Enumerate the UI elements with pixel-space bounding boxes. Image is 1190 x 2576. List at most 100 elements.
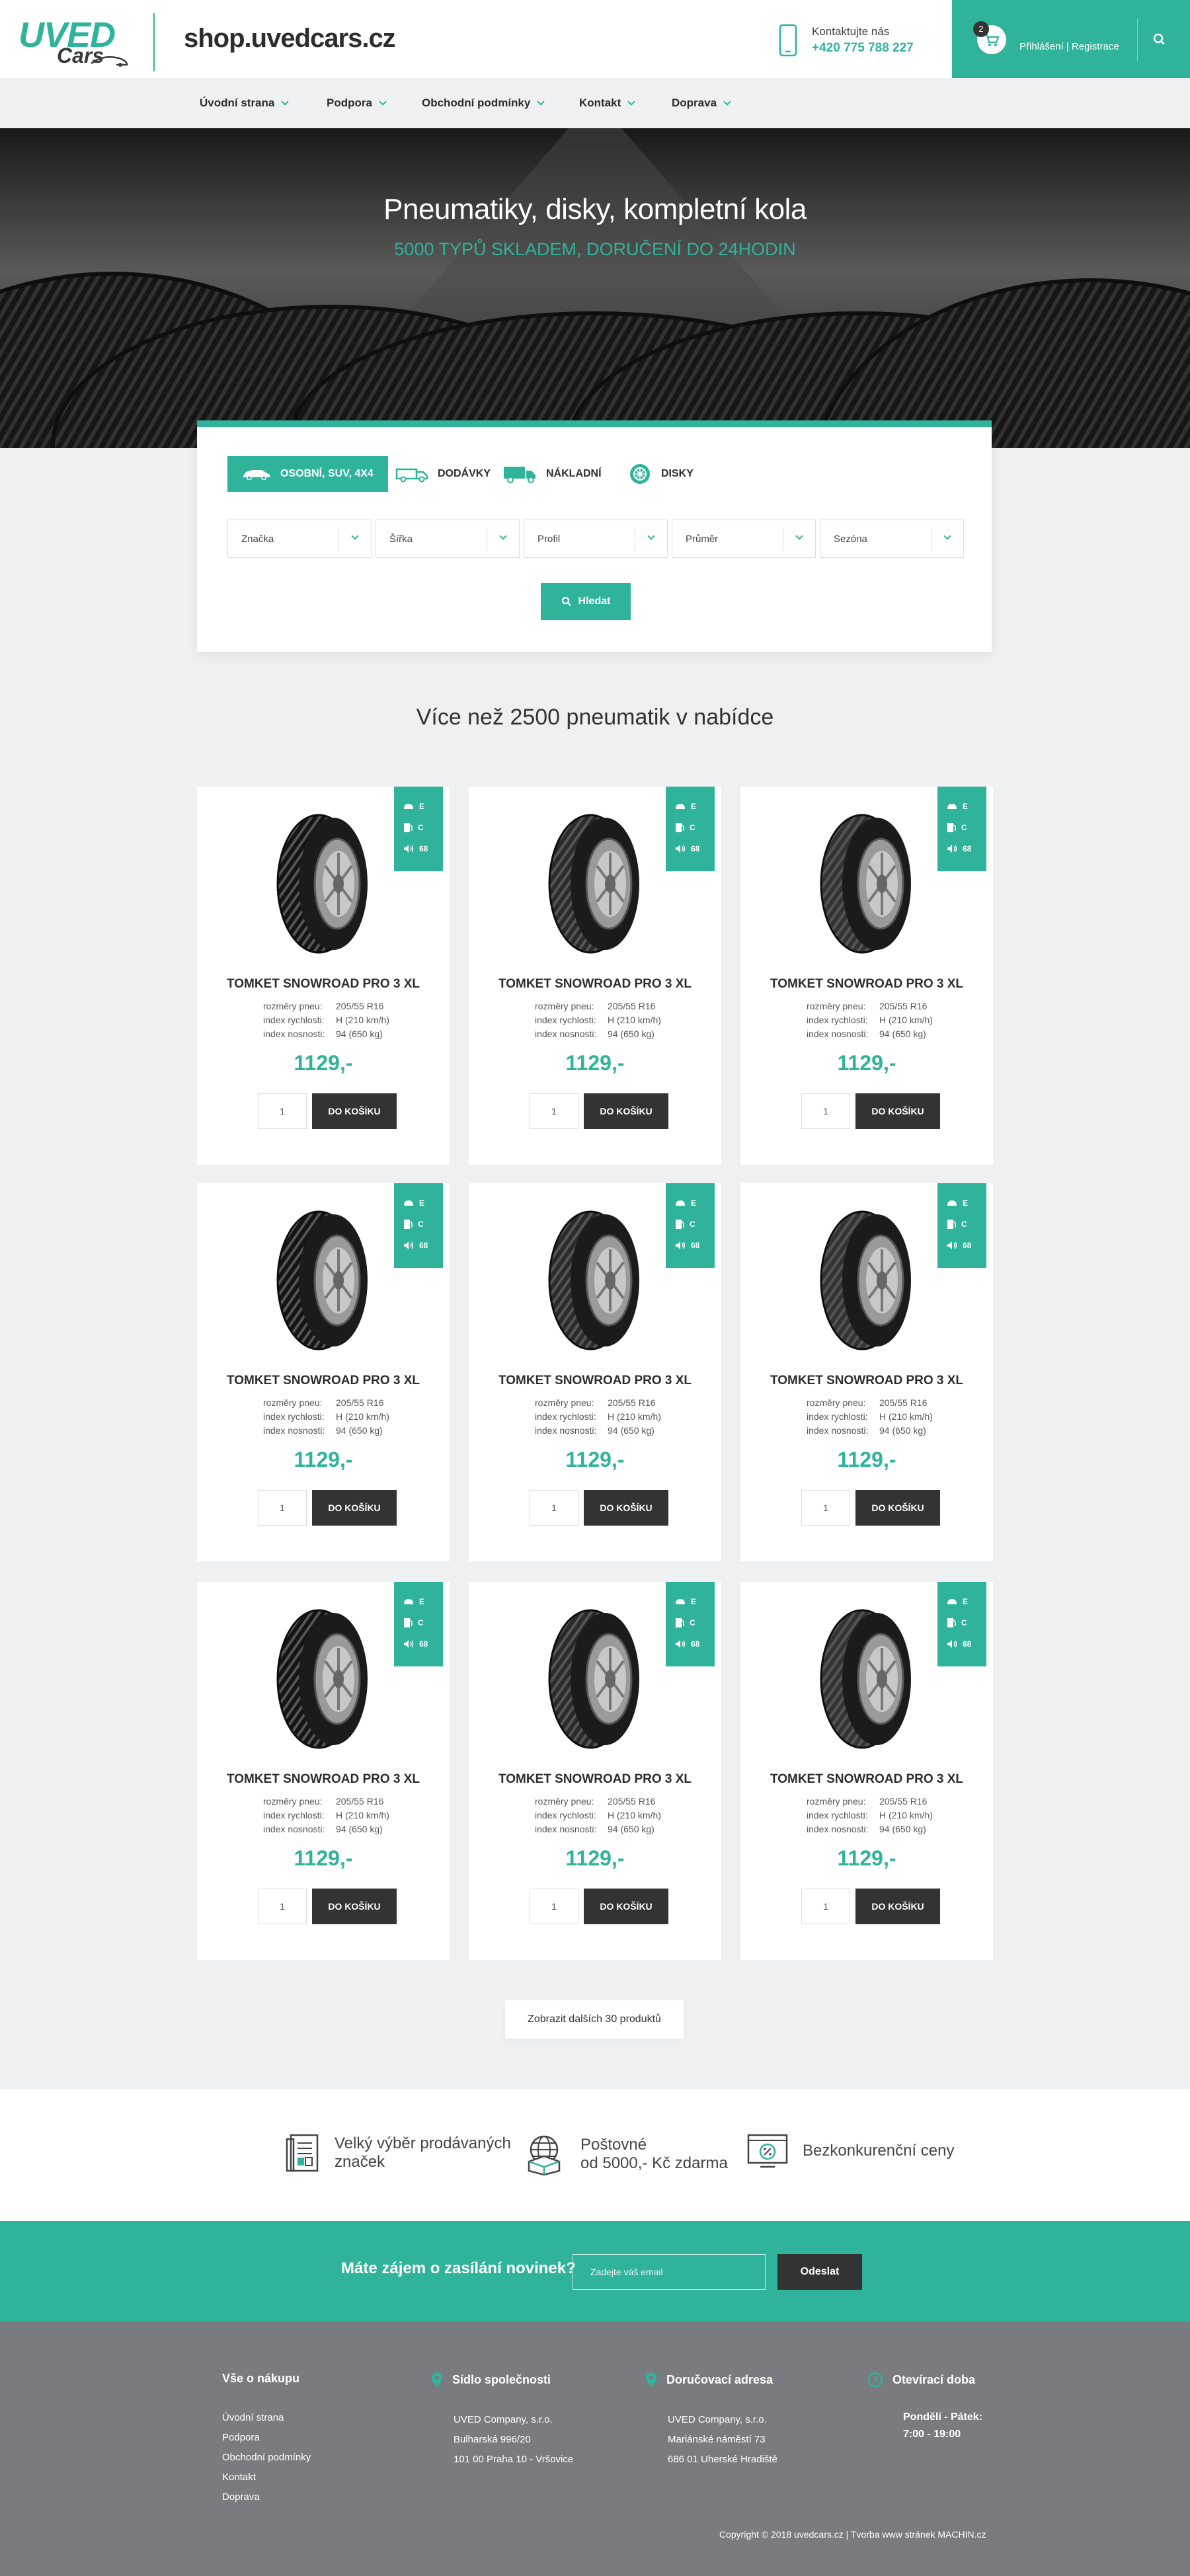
nav-item-home[interactable]: Úvodní strana — [200, 97, 290, 110]
speaker-icon — [404, 845, 414, 853]
tire-product-image[interactable] — [272, 1608, 376, 1750]
tire-product-image[interactable] — [816, 1608, 919, 1750]
product-card[interactable]: E C 68 TOMKET SNOWROAD PRO 3 XL rozměry pneu… — [197, 787, 450, 1165]
eu-label-badge: E C 68 — [666, 787, 715, 871]
tire-product-image[interactable] — [544, 1608, 647, 1750]
speaker-icon — [947, 845, 957, 853]
tire-product-image[interactable] — [544, 813, 647, 955]
add-to-cart-button[interactable]: DO KOŠÍKU — [584, 1093, 668, 1129]
noise-row: 68 — [947, 842, 971, 855]
fuel-pump-icon — [404, 1618, 413, 1627]
contact-phone[interactable]: +420 775 788 227 — [812, 41, 914, 56]
add-to-cart-button[interactable]: DO KOŠÍKU — [584, 1889, 668, 1924]
quantity-input[interactable]: 1 — [530, 1889, 578, 1924]
load-more-button[interactable]: Zobrazit dalších 30 produktů — [505, 2000, 684, 2039]
product-card[interactable]: E C 68 TOMKET SNOWROAD PRO 3 XL rozměry pneu… — [197, 1582, 450, 1960]
nav-item-support[interactable]: Podpora — [327, 97, 387, 110]
site-title[interactable]: shop.uvedcars.cz — [184, 24, 396, 54]
quantity-input[interactable]: 1 — [530, 1093, 578, 1129]
tab-passenger[interactable]: OSOBNÍ, SUV, 4X4 — [227, 456, 388, 492]
footer-link-support[interactable]: Podpora — [222, 2428, 311, 2448]
product-card[interactable]: E C 68 TOMKET SNOWROAD PRO 3 XL rozměry pneu… — [469, 1183, 721, 1561]
spec-label: index rychlosti: — [263, 1411, 325, 1422]
product-card[interactable]: E C 68 TOMKET SNOWROAD PRO 3 XL rozměry pneu… — [740, 1183, 993, 1561]
search-icon — [561, 596, 571, 606]
product-card[interactable]: E C 68 TOMKET SNOWROAD PRO 3 XL rozměry pneu… — [469, 787, 721, 1165]
spec-value: 205/55 R16 — [879, 1397, 928, 1408]
chevron-down-icon — [943, 532, 951, 540]
footer-link-terms[interactable]: Obchodní podmínky — [222, 2448, 311, 2468]
product-price: 1129,- — [837, 1448, 896, 1471]
wet-grip-row: C — [403, 821, 424, 834]
product-name[interactable]: TOMKET SNOWROAD PRO 3 XL — [197, 1374, 450, 1388]
quantity-input[interactable]: 1 — [801, 1093, 850, 1129]
product-name[interactable]: TOMKET SNOWROAD PRO 3 XL — [469, 1374, 721, 1388]
product-name[interactable]: TOMKET SNOWROAD PRO 3 XL — [197, 977, 450, 992]
product-name[interactable]: TOMKET SNOWROAD PRO 3 XL — [469, 1772, 721, 1787]
filter-brand-select[interactable]: Značka — [227, 520, 372, 558]
add-to-cart-button[interactable]: DO KOŠÍKU — [584, 1490, 668, 1526]
footer-link-home[interactable]: Úvodní strana — [222, 2408, 311, 2428]
product-price: 1129,- — [837, 1846, 896, 1870]
footer-heading: Otevírací doba — [867, 2372, 982, 2388]
footer-address: UVED Company, s.r.o. Mariánské náměstí 7… — [668, 2410, 777, 2470]
filter-width-select[interactable]: Šířka — [376, 520, 520, 558]
login-register-link[interactable]: Přihlášení | Registrace — [1019, 41, 1119, 52]
product-card[interactable]: E C 68 TOMKET SNOWROAD PRO 3 XL rozměry pneu… — [740, 1582, 993, 1960]
select-label: Sezóna — [834, 533, 867, 545]
fuel-efficiency-row: E — [947, 800, 968, 813]
product-card[interactable]: E C 68 TOMKET SNOWROAD PRO 3 XL rozměry pneu… — [740, 787, 993, 1165]
tab-trucks[interactable]: NÁKLADNÍ — [502, 456, 602, 492]
quantity-input[interactable]: 1 — [530, 1490, 578, 1526]
newsletter-email-input[interactable]: Zadejte váš email — [573, 2254, 766, 2290]
nav-label: Kontakt — [579, 97, 621, 109]
site-footer: Vše o nákupu Úvodní strana Podpora Obcho… — [0, 2322, 1190, 2576]
footer-link-shipping[interactable]: Doprava — [222, 2487, 311, 2507]
add-to-cart-button[interactable]: DO KOŠÍKU — [312, 1490, 397, 1526]
tire-product-image[interactable] — [816, 813, 919, 955]
add-to-cart-button[interactable]: DO KOŠÍKU — [312, 1093, 397, 1129]
quantity-input[interactable]: 1 — [258, 1490, 307, 1526]
tire-product-image[interactable] — [272, 813, 376, 955]
product-name[interactable]: TOMKET SNOWROAD PRO 3 XL — [469, 977, 721, 992]
filter-diameter-select[interactable]: Průměr — [672, 520, 816, 558]
add-to-cart-button[interactable]: DO KOŠÍKU — [312, 1889, 397, 1924]
spec-value: H (210 km/h) — [879, 1015, 933, 1025]
tab-vans[interactable]: DODÁVKY — [395, 456, 491, 492]
nav-item-contact[interactable]: Kontakt — [579, 97, 635, 110]
quantity-input[interactable]: 1 — [801, 1490, 850, 1526]
product-name[interactable]: TOMKET SNOWROAD PRO 3 XL — [197, 1772, 450, 1787]
add-to-cart-button[interactable]: DO KOŠÍKU — [855, 1490, 940, 1526]
product-name[interactable]: TOMKET SNOWROAD PRO 3 XL — [740, 1772, 993, 1787]
logo[interactable]: UVED Cars — [19, 15, 128, 67]
fuel-efficiency-row: E — [403, 1595, 424, 1608]
quantity-input[interactable]: 1 — [258, 1093, 307, 1129]
filter-season-select[interactable]: Sezóna — [820, 520, 964, 558]
add-to-cart-button[interactable]: DO KOŠÍKU — [855, 1889, 940, 1924]
globe-box-icon — [528, 2135, 561, 2176]
product-name[interactable]: TOMKET SNOWROAD PRO 3 XL — [740, 977, 993, 992]
spec-label: index rychlosti: — [263, 1015, 325, 1025]
product-name[interactable]: TOMKET SNOWROAD PRO 3 XL — [740, 1374, 993, 1388]
add-to-cart-button[interactable]: DO KOŠÍKU — [855, 1093, 940, 1129]
footer-link-contact[interactable]: Kontakt — [222, 2468, 311, 2487]
tire-product-image[interactable] — [816, 1210, 919, 1351]
spec-size: rozměry pneu: 205/55 R16 — [807, 999, 933, 1013]
tab-wheels[interactable]: DISKY — [628, 456, 694, 492]
nav-item-shipping[interactable]: Doprava — [672, 97, 731, 110]
copyright-text[interactable]: Copyright © 2018 uvedcars.cz | Tvorba ww… — [719, 2529, 986, 2540]
quantity-input[interactable]: 1 — [801, 1889, 850, 1924]
filter-profile-select[interactable]: Profil — [524, 520, 668, 558]
site-header: UVED Cars shop.uvedcars.cz Kontaktujte n… — [0, 0, 1190, 78]
tire-product-image[interactable] — [272, 1210, 376, 1351]
tire-product-image[interactable] — [544, 1210, 647, 1351]
search-submit-button[interactable]: Hledat — [541, 583, 631, 620]
nav-item-terms[interactable]: Obchodní podmínky — [422, 97, 545, 110]
product-card[interactable]: E C 68 TOMKET SNOWROAD PRO 3 XL rozměry pneu… — [469, 1582, 721, 1960]
newsletter-submit-button[interactable]: Odeslat — [777, 2254, 862, 2290]
product-card[interactable]: E C 68 TOMKET SNOWROAD PRO 3 XL rozměry pneu… — [197, 1183, 450, 1561]
spec-speed: index rychlosti: H (210 km/h) — [535, 1410, 661, 1424]
search-icon[interactable] — [1150, 30, 1169, 49]
footer-heading: Vše o nákupu — [222, 2372, 300, 2385]
quantity-input[interactable]: 1 — [258, 1889, 307, 1924]
